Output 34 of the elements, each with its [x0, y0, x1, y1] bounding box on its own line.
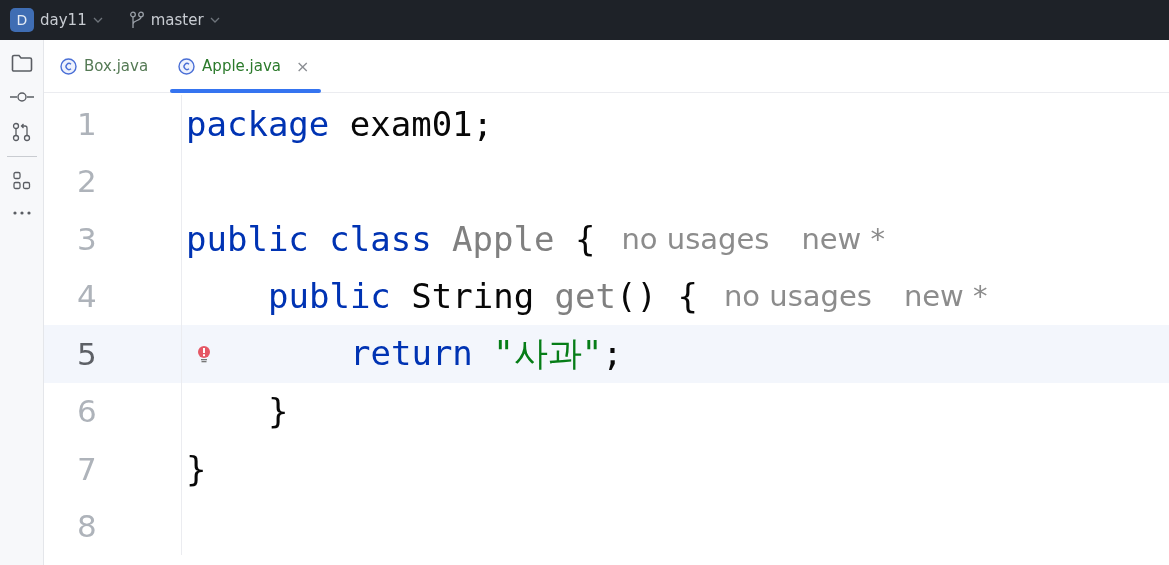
chevron-down-icon: [209, 17, 220, 23]
inlay-hint: new *: [801, 221, 886, 256]
inlay-hint: no usages: [621, 221, 770, 256]
class-icon: [178, 57, 196, 75]
branch-name[interactable]: master: [150, 11, 204, 29]
line-number: 2: [44, 152, 182, 210]
pull-request-icon[interactable]: [11, 122, 32, 142]
folder-icon[interactable]: [10, 54, 33, 72]
code-line: public class Apple {: [185, 218, 596, 259]
line-number: 7: [44, 440, 182, 498]
editor-tab[interactable]: Apple.java ×: [170, 40, 322, 92]
code-line: }: [267, 391, 289, 432]
class-icon: [60, 57, 77, 75]
commit-icon[interactable]: [9, 92, 34, 102]
chevron-down-icon: [92, 17, 103, 23]
code-line: }: [185, 448, 207, 489]
branch-icon: [128, 11, 145, 29]
project-name[interactable]: day11: [40, 11, 87, 29]
structure-icon[interactable]: [11, 171, 32, 191]
line-number: 3: [44, 210, 182, 268]
project-badge[interactable]: D: [10, 8, 34, 32]
line-number: 1: [44, 95, 182, 153]
code-line: package exam01;: [185, 103, 494, 144]
editor-tab[interactable]: Box.java: [52, 40, 161, 92]
inlay-hint: no usages: [723, 279, 872, 314]
inlay-hint: new *: [903, 279, 988, 314]
close-icon[interactable]: ×: [296, 56, 310, 76]
code-line: public String get() {: [267, 276, 698, 317]
line-number: 8: [44, 497, 182, 555]
more-icon[interactable]: [11, 211, 32, 215]
line-number: 5: [44, 325, 182, 383]
line-number: 6: [44, 382, 182, 440]
code-line: return "사과";: [349, 331, 623, 375]
error-bulb-icon[interactable]: [197, 345, 211, 363]
